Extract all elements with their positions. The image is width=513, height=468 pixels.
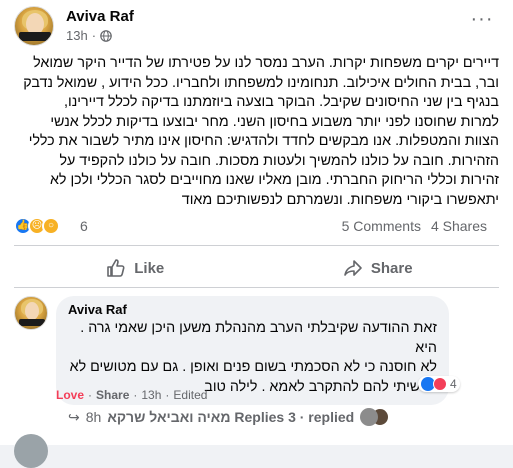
share-label: Share — [370, 259, 413, 277]
post-time[interactable]: 13h — [66, 28, 88, 43]
post-line: בנגיף בין שני החיסונים שקיבל. הבוקר בוצע… — [64, 94, 499, 110]
post-header: Aviva Raf 13h · ··· — [14, 6, 504, 46]
comment-meta: Love · Share · 13h · Edited — [56, 388, 208, 402]
comment-line: זאת ההודעה שקיבלתי הערב מהנהלת משען היכן… — [80, 320, 437, 356]
post-line: זהירות וכללי הריחוק החברתי. מובן מאליו ש… — [49, 172, 499, 188]
comment-love-button[interactable]: Love — [56, 388, 84, 402]
globe-icon — [100, 29, 112, 42]
divider — [14, 245, 499, 246]
comment-text: זאת ההודעה שקיבלתי הערב מהנהלת משען היכן… — [68, 319, 437, 397]
comment-reactions[interactable]: 4 — [418, 376, 460, 392]
post-body: דיירים יקרים משפחות יקרות. הערב נמסר לנו… — [14, 54, 499, 210]
comment-line: לא חוסנה כי לא הסכמתי בשום פנים ואופן . … — [69, 359, 437, 375]
comment-share-button[interactable]: Share — [96, 388, 129, 402]
love-reaction-icon — [433, 377, 447, 391]
comment-edited[interactable]: Edited — [173, 388, 207, 402]
shares-count[interactable]: 4 Shares — [431, 218, 487, 234]
commenter-avatar[interactable] — [14, 296, 48, 330]
post-line: הזהירות. חובה על כולנו להמשיך ולעטות מסכ… — [59, 152, 499, 169]
post-line: יתאפשרו ביקורי משפחות. ונשמרתם לנפשותיכם… — [181, 191, 499, 208]
reactions-summary: 👍 ☹ ○ 6 5 Comments 4 Shares — [14, 216, 499, 238]
post-stats: 5 Comments 4 Shares — [342, 218, 487, 234]
reply-arrow-icon: ↪ — [68, 408, 80, 425]
replies-text: Replies 3 · replied מאיה ואביאל שרקא — [107, 409, 355, 425]
comments-count[interactable]: 5 Comments — [342, 218, 421, 234]
post-author-name[interactable]: Aviva Raf — [66, 8, 134, 25]
post-action-bar: Like Share — [14, 250, 499, 286]
replies-time: 8h — [85, 409, 102, 425]
post-timestamp: 13h · — [66, 28, 112, 43]
next-commenter-avatar[interactable] — [14, 434, 48, 468]
like-label: Like — [134, 259, 165, 277]
comment-reaction-count: 4 — [450, 377, 457, 391]
view-replies-link[interactable]: ↪ 8h Replies 3 · replied מאיה ואביאל שרק… — [68, 408, 390, 426]
more-options-icon[interactable]: ··· — [468, 9, 496, 38]
reaction-icons[interactable]: 👍 ☹ ○ — [14, 217, 60, 235]
post-line: דיירים יקרים משפחות יקרות. הערב נמסר לנו… — [33, 55, 499, 71]
reaction-count[interactable]: 6 — [80, 218, 88, 234]
post-line: ובר, בבית החולים איכילוב. תנחומינו למשפח… — [23, 74, 499, 91]
commenter-name[interactable]: Aviva Raf — [68, 302, 437, 317]
comment-time[interactable]: 13h — [141, 388, 161, 402]
share-arrow-icon — [344, 260, 362, 276]
wow-reaction-icon: ○ — [42, 217, 60, 235]
like-button[interactable]: Like — [14, 250, 257, 286]
post-line: הצוות והמטפלות. אנו מבקשים לחדד ולהדגיש:… — [28, 133, 499, 149]
divider — [14, 287, 499, 288]
share-button[interactable]: Share — [257, 250, 500, 286]
author-avatar[interactable] — [14, 6, 54, 46]
thumbs-up-icon — [107, 259, 125, 277]
post-line: למרות שחוסנו לפני יותר משבוע בחיסון השני… — [50, 113, 499, 130]
facebook-post-card: Aviva Raf 13h · ··· דיירים יקרים משפחות … — [0, 0, 513, 468]
replier-avatars — [360, 408, 390, 426]
